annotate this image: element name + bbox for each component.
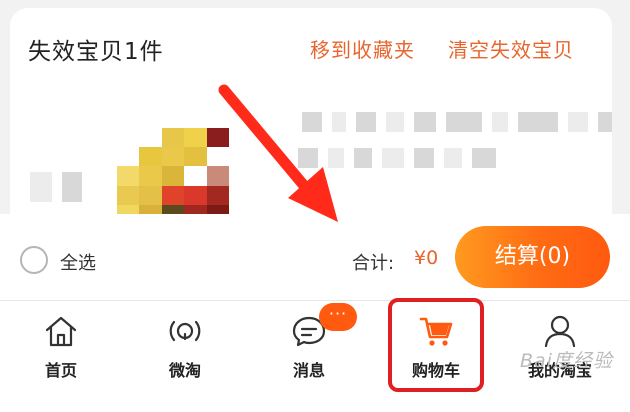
- cart-highlight-box: [388, 298, 484, 392]
- invalid-tag-blurred: [30, 172, 82, 202]
- tab-weitao-label: 微淘: [168, 361, 201, 380]
- home-icon: [45, 316, 77, 347]
- tab-messages-label: 消息: [292, 361, 325, 380]
- product-thumbnail[interactable]: [117, 128, 229, 214]
- move-to-favorites-link[interactable]: 移到收藏夹: [310, 34, 415, 63]
- invalid-items-card: 失效宝贝1件 移到收藏夹 清空失效宝贝: [10, 8, 612, 214]
- checkout-bar: 全选 合计: ¥0 结算(0): [0, 214, 630, 300]
- select-all-radio[interactable]: [20, 246, 48, 274]
- tab-messages[interactable]: ··· 消息: [259, 301, 359, 412]
- invalid-items-title: 失效宝贝1件: [28, 39, 164, 65]
- tab-home[interactable]: 首页: [11, 301, 111, 412]
- select-all-label[interactable]: 全选: [60, 249, 96, 275]
- tab-home-label: 首页: [44, 361, 77, 380]
- product-spec-blurred: [298, 148, 496, 168]
- clear-invalid-link[interactable]: 清空失效宝贝: [448, 34, 574, 63]
- tab-weitao[interactable]: 微淘: [135, 301, 235, 412]
- weitao-icon: [169, 320, 201, 342]
- watermark: Bai度经验: [520, 350, 613, 372]
- product-title-blurred: [302, 112, 612, 132]
- message-badge: ···: [319, 303, 357, 331]
- checkout-button[interactable]: 结算(0): [455, 226, 610, 288]
- total-value: ¥0: [414, 247, 439, 269]
- person-icon: [544, 315, 576, 348]
- total-label: 合计:: [352, 253, 395, 274]
